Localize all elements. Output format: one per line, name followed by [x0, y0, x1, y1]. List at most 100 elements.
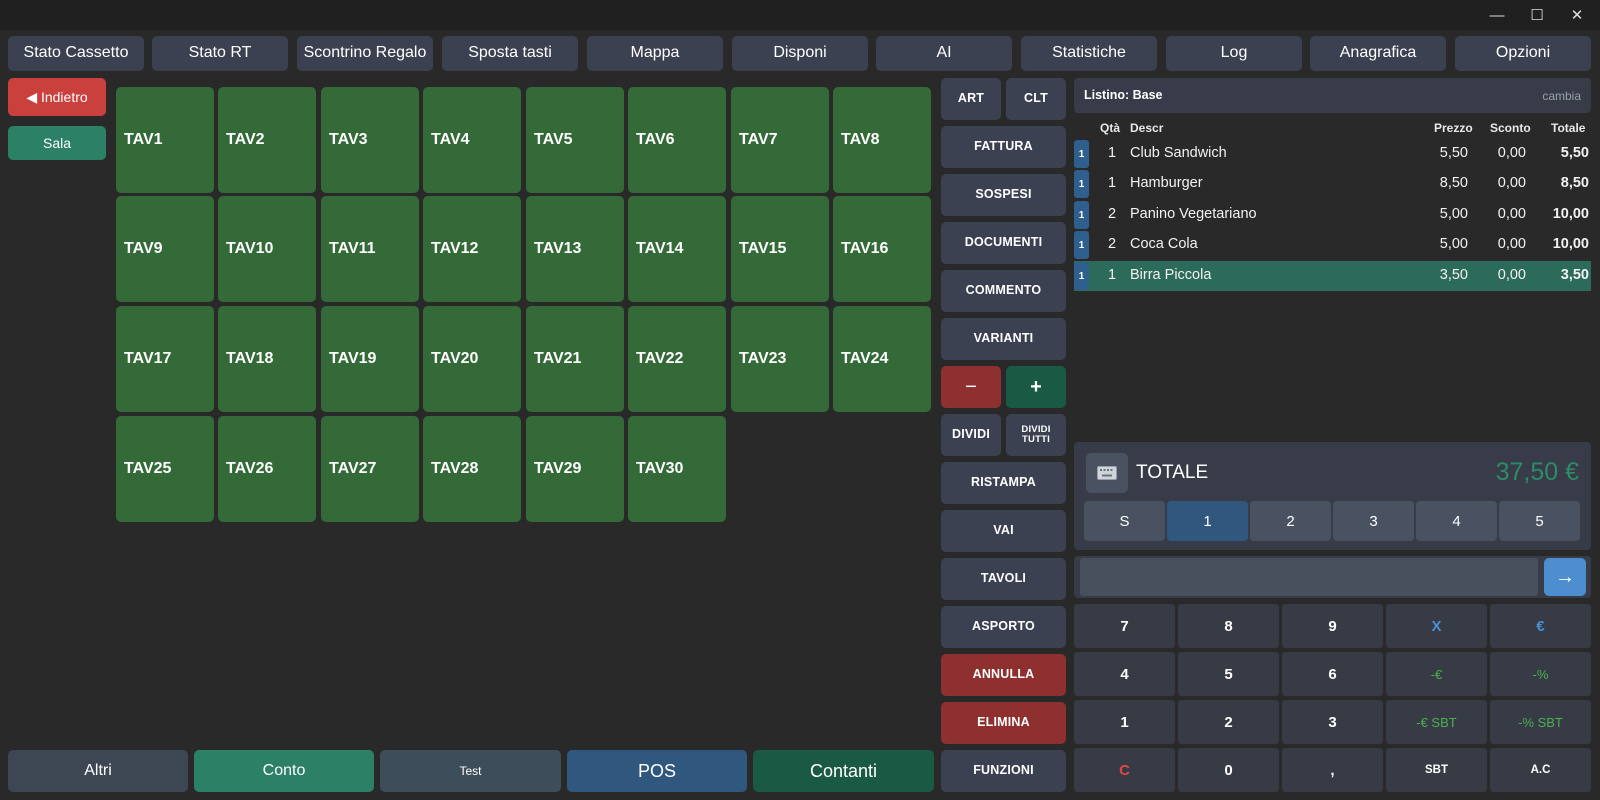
key-3[interactable]: 3	[1282, 700, 1383, 744]
table-tav14[interactable]: TAV14	[628, 196, 726, 302]
contanti-button[interactable]: Contanti	[753, 750, 934, 792]
key-2[interactable]: 2	[1178, 700, 1279, 744]
key-discount-euro[interactable]: -€	[1386, 652, 1487, 696]
dividi-tutti-button[interactable]: DIVIDI TUTTI	[1006, 414, 1066, 456]
table-tav6[interactable]: TAV6	[628, 87, 726, 193]
plus-button[interactable]: +	[1006, 366, 1066, 408]
key-discount-euro-subtotal[interactable]: -€ SBT	[1386, 700, 1487, 744]
table-tav20[interactable]: TAV20	[423, 306, 521, 412]
table-tav4[interactable]: TAV4	[423, 87, 521, 193]
room-button-sala[interactable]: Sala	[8, 126, 106, 160]
counter-2[interactable]: 2	[1250, 501, 1331, 541]
minimize-button[interactable]: —	[1475, 0, 1519, 30]
table-tav12[interactable]: TAV12	[423, 196, 521, 302]
table-tav2[interactable]: TAV2	[218, 87, 316, 193]
menu-mappa[interactable]: Mappa	[587, 36, 723, 71]
elimina-button[interactable]: ELIMINA	[941, 702, 1066, 744]
table-tav24[interactable]: TAV24	[833, 306, 931, 412]
back-button[interactable]: ◀ Indietro	[8, 78, 106, 116]
menu-stato-cassetto[interactable]: Stato Cassetto	[8, 36, 144, 71]
menu-statistiche[interactable]: Statistiche	[1021, 36, 1157, 71]
key-discount-percent-subtotal[interactable]: -% SBT	[1490, 700, 1591, 744]
key-9[interactable]: 9	[1282, 604, 1383, 648]
keyboard-button[interactable]	[1086, 453, 1128, 493]
change-price-list-link[interactable]: cambia	[1542, 89, 1581, 103]
table-tav10[interactable]: TAV10	[218, 196, 316, 302]
menu-sposta-tasti[interactable]: Sposta tasti	[442, 36, 578, 71]
menu-log[interactable]: Log	[1166, 36, 1302, 71]
key-6[interactable]: 6	[1282, 652, 1383, 696]
sospesi-button[interactable]: SOSPESI	[941, 174, 1066, 216]
table-tav8[interactable]: TAV8	[833, 87, 931, 193]
key-7[interactable]: 7	[1074, 604, 1175, 648]
receipt-row[interactable]: 1 2 Coca Cola 5,00 0,00 10,00	[1074, 230, 1591, 260]
table-tav1[interactable]: TAV1	[116, 87, 214, 193]
key-multiply[interactable]: X	[1386, 604, 1487, 648]
table-tav27[interactable]: TAV27	[321, 416, 419, 522]
pos-button[interactable]: POS	[567, 750, 747, 792]
receipt-row[interactable]: 1 1 Hamburger 8,50 0,00 8,50	[1074, 169, 1591, 199]
counter-4[interactable]: 4	[1416, 501, 1497, 541]
minus-button[interactable]: −	[941, 366, 1001, 408]
receipt-row-selected[interactable]: 1 1 Birra Piccola 3,50 0,00 3,50	[1074, 261, 1591, 291]
conto-button[interactable]: Conto	[194, 750, 374, 792]
counter-s[interactable]: S	[1084, 501, 1165, 541]
art-button[interactable]: ART	[941, 78, 1001, 120]
key-8[interactable]: 8	[1178, 604, 1279, 648]
key-euro[interactable]: €	[1490, 604, 1591, 648]
vai-button[interactable]: VAI	[941, 510, 1066, 552]
table-tav7[interactable]: TAV7	[731, 87, 829, 193]
key-subtotal[interactable]: SBT	[1386, 748, 1487, 792]
table-tav19[interactable]: TAV19	[321, 306, 419, 412]
table-tav18[interactable]: TAV18	[218, 306, 316, 412]
table-tav13[interactable]: TAV13	[526, 196, 624, 302]
table-tav17[interactable]: TAV17	[116, 306, 214, 412]
key-4[interactable]: 4	[1074, 652, 1175, 696]
table-tav28[interactable]: TAV28	[423, 416, 521, 522]
counter-5[interactable]: 5	[1499, 501, 1580, 541]
key-comma[interactable]: ,	[1282, 748, 1383, 792]
table-tav9[interactable]: TAV9	[116, 196, 214, 302]
ristampa-button[interactable]: RISTAMPA	[941, 462, 1066, 504]
key-1[interactable]: 1	[1074, 700, 1175, 744]
receipt-row[interactable]: 1 1 Club Sandwich 5,50 0,00 5,50	[1074, 139, 1591, 169]
table-tav23[interactable]: TAV23	[731, 306, 829, 412]
table-tav25[interactable]: TAV25	[116, 416, 214, 522]
key-5[interactable]: 5	[1178, 652, 1279, 696]
dividi-button[interactable]: DIVIDI	[941, 414, 1001, 456]
funzioni-button[interactable]: FUNZIONI	[941, 750, 1066, 792]
counter-1-selected[interactable]: 1	[1167, 501, 1248, 541]
table-tav5[interactable]: TAV5	[526, 87, 624, 193]
key-0[interactable]: 0	[1178, 748, 1279, 792]
key-discount-percent[interactable]: -%	[1490, 652, 1591, 696]
menu-anagrafica[interactable]: Anagrafica	[1310, 36, 1446, 71]
tavoli-button[interactable]: TAVOLI	[941, 558, 1066, 600]
menu-scontrino-regalo[interactable]: Scontrino Regalo	[297, 36, 433, 71]
maximize-button[interactable]: ☐	[1515, 0, 1559, 30]
table-tav21[interactable]: TAV21	[526, 306, 624, 412]
counter-3[interactable]: 3	[1333, 501, 1414, 541]
table-tav22[interactable]: TAV22	[628, 306, 726, 412]
menu-ai[interactable]: AI	[876, 36, 1012, 71]
table-tav15[interactable]: TAV15	[731, 196, 829, 302]
varianti-button[interactable]: VARIANTI	[941, 318, 1066, 360]
annulla-button[interactable]: ANNULLA	[941, 654, 1066, 696]
key-clear[interactable]: C	[1074, 748, 1175, 792]
table-tav11[interactable]: TAV11	[321, 196, 419, 302]
menu-opzioni[interactable]: Opzioni	[1455, 36, 1591, 71]
clt-button[interactable]: CLT	[1006, 78, 1066, 120]
amount-input[interactable]	[1080, 558, 1538, 596]
table-tav30[interactable]: TAV30	[628, 416, 726, 522]
key-all-clear[interactable]: A.C	[1490, 748, 1591, 792]
table-tav29[interactable]: TAV29	[526, 416, 624, 522]
commento-button[interactable]: COMMENTO	[941, 270, 1066, 312]
table-tav16[interactable]: TAV16	[833, 196, 931, 302]
receipt-row[interactable]: 1 2 Panino Vegetariano 5,00 0,00 10,00	[1074, 200, 1591, 230]
test-button[interactable]: Test	[380, 750, 561, 792]
table-tav3[interactable]: TAV3	[321, 87, 419, 193]
table-tav26[interactable]: TAV26	[218, 416, 316, 522]
close-button[interactable]: ✕	[1555, 0, 1599, 30]
menu-disponi[interactable]: Disponi	[732, 36, 868, 71]
documenti-button[interactable]: DOCUMENTI	[941, 222, 1066, 264]
menu-stato-rt[interactable]: Stato RT	[152, 36, 288, 71]
